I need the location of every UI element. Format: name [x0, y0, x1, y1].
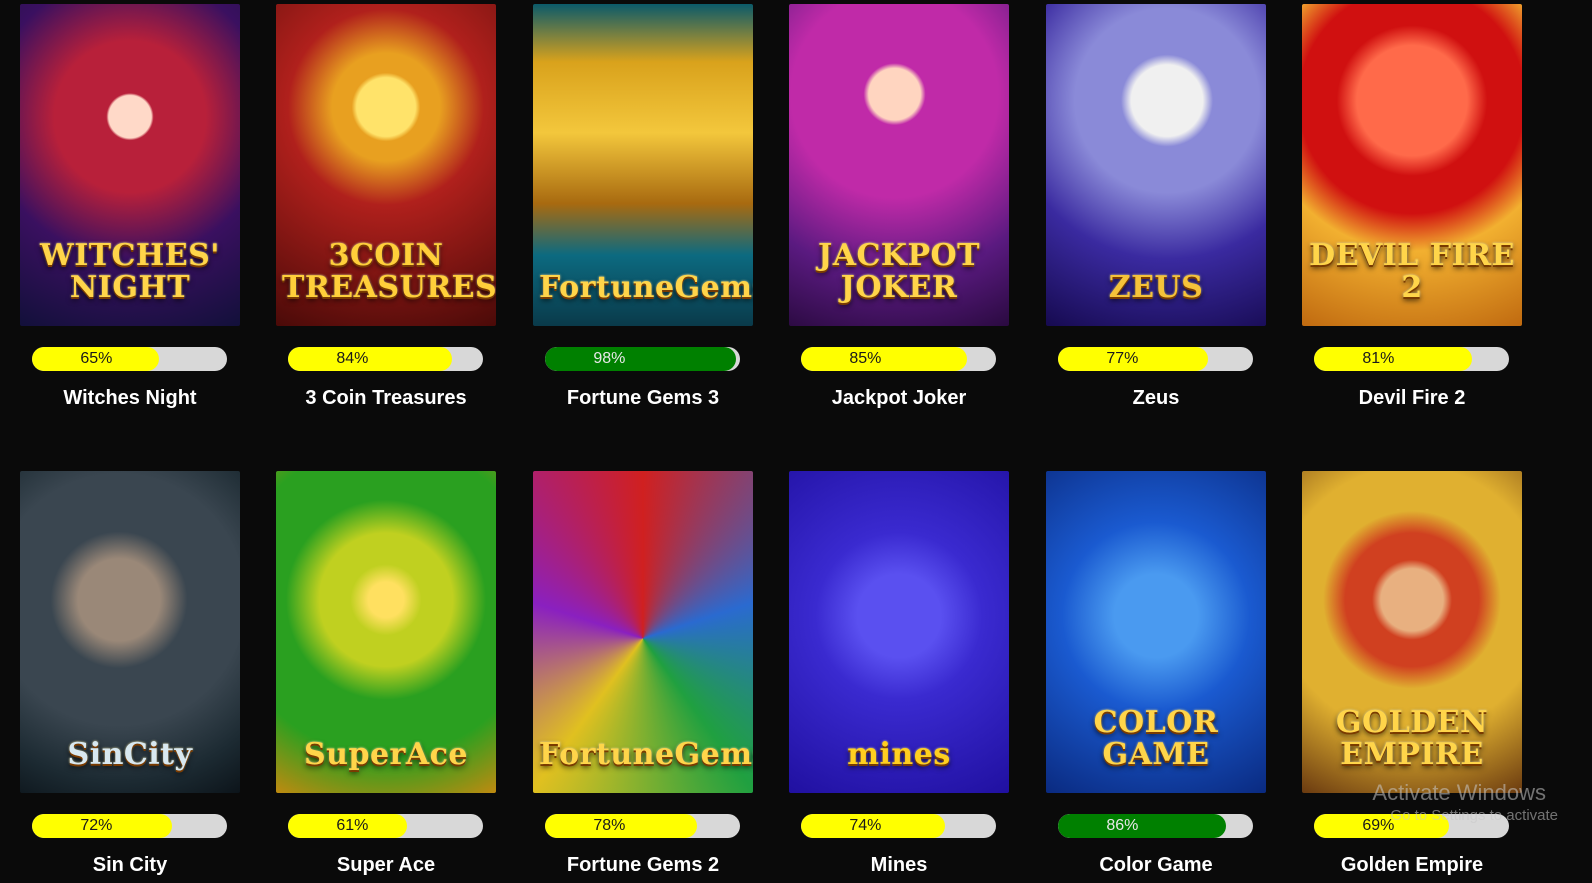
- game-logo: 3COIN TREASURES: [282, 238, 496, 305]
- game-title[interactable]: Sin City: [20, 851, 240, 879]
- game-card[interactable]: 3COIN TREASURES 84% 3 Coin Treasures: [276, 4, 496, 409]
- game-card[interactable]: DEVIL FIRE 2 81% Devil Fire 2: [1302, 4, 1522, 409]
- game-title[interactable]: Golden Empire: [1302, 851, 1522, 879]
- rtp-percentage: 84%: [336, 350, 369, 367]
- game-thumbnail[interactable]: SuperAce: [276, 471, 496, 793]
- game-thumbnail[interactable]: FortuneGems2: [533, 471, 753, 793]
- game-title[interactable]: Mines: [789, 851, 1009, 879]
- game-card[interactable]: GOLDEN EMPIRE 69% Golden Empire: [1302, 471, 1522, 876]
- game-title[interactable]: Fortune Gems 3: [533, 384, 753, 412]
- rtp-progress-bar: 69%: [1314, 814, 1509, 838]
- rtp-progress-bar: 77%: [1058, 347, 1253, 371]
- game-logo: FortuneGems3: [539, 270, 753, 305]
- rtp-percentage: 77%: [1106, 350, 1139, 367]
- game-thumbnail[interactable]: JACKPOT JOKER: [789, 4, 1009, 326]
- game-logo: WITCHES' NIGHT: [40, 238, 220, 305]
- rtp-progress-bar: 78%: [545, 814, 740, 838]
- game-thumbnail[interactable]: 3COIN TREASURES: [276, 4, 496, 326]
- game-title[interactable]: Zeus: [1046, 384, 1266, 412]
- rtp-progress-bar: 84%: [288, 347, 483, 371]
- rtp-percentage: 86%: [1106, 817, 1139, 834]
- game-thumbnail[interactable]: GOLDEN EMPIRE: [1302, 471, 1522, 793]
- rtp-percentage: 98%: [593, 350, 626, 367]
- game-thumbnail[interactable]: DEVIL FIRE 2: [1302, 4, 1522, 326]
- game-card[interactable]: JACKPOT JOKER 85% Jackpot Joker: [789, 4, 1009, 409]
- game-title[interactable]: 3 Coin Treasures: [276, 384, 496, 412]
- game-card[interactable]: FortuneGems3 98% Fortune Gems 3: [533, 4, 753, 409]
- rtp-percentage: 65%: [80, 350, 113, 367]
- game-title[interactable]: Devil Fire 2: [1302, 384, 1522, 412]
- game-logo: DEVIL FIRE 2: [1309, 238, 1515, 305]
- game-thumbnail[interactable]: SinCity: [20, 471, 240, 793]
- game-title[interactable]: Super Ace: [276, 851, 496, 879]
- game-thumbnail[interactable]: WITCHES' NIGHT: [20, 4, 240, 326]
- game-card[interactable]: WITCHES' NIGHT 65% Witches Night: [20, 4, 240, 409]
- game-logo: JACKPOT JOKER: [818, 238, 980, 305]
- rtp-percentage: 78%: [593, 817, 626, 834]
- rtp-percentage: 72%: [80, 817, 113, 834]
- game-thumbnail[interactable]: FortuneGems3: [533, 4, 753, 326]
- rtp-percentage: 61%: [336, 817, 369, 834]
- game-card[interactable]: SinCity 72% Sin City: [20, 471, 240, 876]
- game-title[interactable]: Fortune Gems 2: [533, 851, 753, 879]
- rtp-progress-bar: 86%: [1058, 814, 1253, 838]
- game-logo: COLOR GAME: [1093, 705, 1219, 772]
- rtp-progress-bar: 98%: [545, 347, 740, 371]
- game-logo: ZEUS: [1108, 270, 1204, 305]
- game-title[interactable]: Jackpot Joker: [789, 384, 1009, 412]
- game-title[interactable]: Witches Night: [20, 384, 240, 412]
- rtp-percentage: 69%: [1362, 817, 1395, 834]
- rtp-progress-bar: 72%: [32, 814, 227, 838]
- game-logo: GOLDEN EMPIRE: [1335, 705, 1489, 772]
- game-grid: WITCHES' NIGHT 65% Witches Night 3COIN TREA…: [0, 0, 1592, 883]
- game-card[interactable]: COLOR GAME 86% Color Game: [1046, 471, 1266, 876]
- rtp-progress-bar: 81%: [1314, 347, 1509, 371]
- game-logo: SuperAce: [304, 737, 468, 772]
- game-card[interactable]: ZEUS 77% Zeus: [1046, 4, 1266, 409]
- game-logo: SinCity: [67, 737, 193, 772]
- game-card[interactable]: mines 74% Mines: [789, 471, 1009, 876]
- rtp-progress-bar: 65%: [32, 347, 227, 371]
- game-thumbnail[interactable]: ZEUS: [1046, 4, 1266, 326]
- rtp-progress-bar: 61%: [288, 814, 483, 838]
- game-logo: mines: [847, 737, 951, 772]
- game-thumbnail[interactable]: mines: [789, 471, 1009, 793]
- rtp-progress-bar: 85%: [801, 347, 996, 371]
- game-card[interactable]: FortuneGems2 78% Fortune Gems 2: [533, 471, 753, 876]
- rtp-percentage: 81%: [1362, 350, 1395, 367]
- game-title[interactable]: Color Game: [1046, 851, 1266, 879]
- rtp-percentage: 74%: [849, 817, 882, 834]
- game-logo: FortuneGems2: [539, 737, 753, 772]
- game-card[interactable]: SuperAce 61% Super Ace: [276, 471, 496, 876]
- rtp-progress-bar: 74%: [801, 814, 996, 838]
- rtp-percentage: 85%: [849, 350, 882, 367]
- game-thumbnail[interactable]: COLOR GAME: [1046, 471, 1266, 793]
